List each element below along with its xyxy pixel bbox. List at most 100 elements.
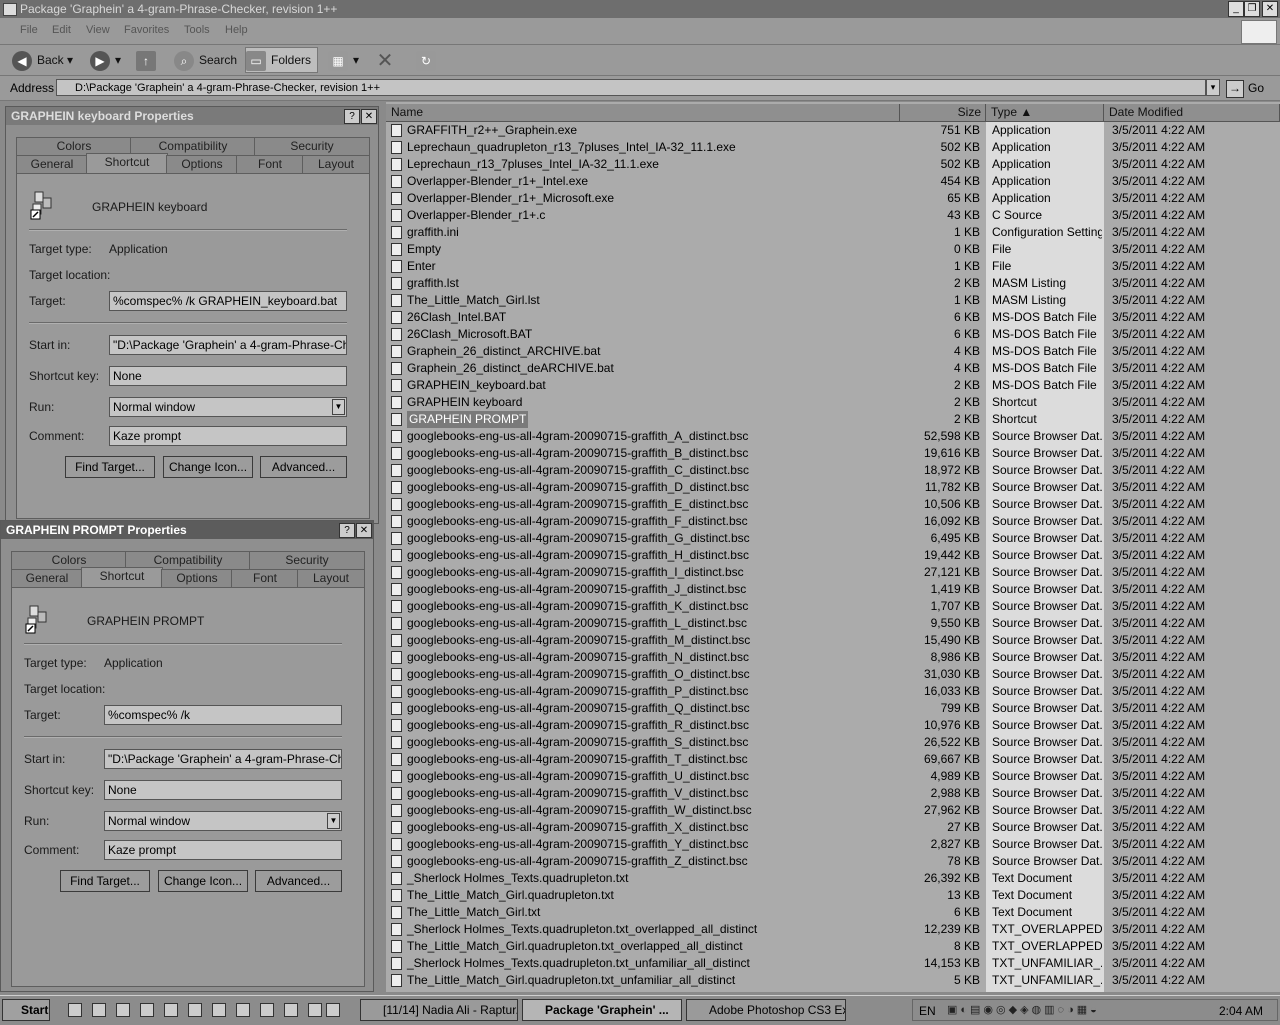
table-row[interactable]: googlebooks-eng-us-all-4gram-20090715-gr… [386,581,1280,598]
table-row[interactable]: googlebooks-eng-us-all-4gram-20090715-gr… [386,819,1280,836]
table-row[interactable]: GRAPHEIN keyboard 2 KB Shortcut 3/5/2011 4:… [386,394,1280,411]
table-row[interactable]: googlebooks-eng-us-all-4gram-20090715-gr… [386,513,1280,530]
table-row[interactable]: googlebooks-eng-us-all-4gram-20090715-gr… [386,802,1280,819]
up-folder-button[interactable]: ↑ [136,48,161,72]
table-row[interactable]: googlebooks-eng-us-all-4gram-20090715-gr… [386,649,1280,666]
table-row[interactable]: graffith.ini 1 KB Configuration Settings 3/… [386,224,1280,241]
run-select[interactable]: Normal window ▼ [104,811,342,831]
help-button[interactable]: ? [339,523,355,538]
quicklaunch-icon[interactable] [116,1003,130,1017]
table-row[interactable]: Leprechaun_quadrupleton_r13_7pluses_Inte… [386,139,1280,156]
tab-font[interactable]: Font [231,569,299,587]
table-row[interactable]: Enter 1 KB File 3/5/2011 4:22 AM [386,258,1280,275]
dialog-close-button[interactable]: ✕ [361,109,377,124]
table-row[interactable]: googlebooks-eng-us-all-4gram-20090715-gr… [386,717,1280,734]
back-button[interactable]: ◀ Back ▾ [12,48,73,72]
language-indicator[interactable]: EN [919,1004,936,1018]
run-select[interactable]: Normal window ▼ [109,397,347,417]
advanced-button[interactable]: Advanced... [260,456,347,478]
table-row[interactable]: The_Little_Match_Girl.quadrupleton.txt_o… [386,938,1280,955]
taskbar-item-photoshop[interactable]: Adobe Photoshop CS3 Ex... [686,999,846,1021]
chevron-down-icon[interactable]: ▼ [327,813,340,829]
tab-options[interactable]: Options [161,569,233,587]
table-row[interactable]: Leprechaun_r13_7pluses_Intel_IA-32_11.1.… [386,156,1280,173]
table-row[interactable]: googlebooks-eng-us-all-4gram-20090715-gr… [386,785,1280,802]
quicklaunch-icon[interactable] [284,1003,298,1017]
table-row[interactable]: googlebooks-eng-us-all-4gram-20090715-gr… [386,734,1280,751]
taskbar-item-media[interactable]: [11/14] Nadia Ali - Raptur... [360,999,518,1021]
tab-general[interactable]: General [11,569,83,587]
table-row[interactable]: googlebooks-eng-us-all-4gram-20090715-gr… [386,666,1280,683]
table-row[interactable]: The_Little_Match_Girl.txt 6 KB Text Docume… [386,904,1280,921]
column-size[interactable]: Size [900,104,986,121]
tab-font[interactable]: Font [236,155,304,173]
table-row[interactable]: _Sherlock Holmes_Texts.quadrupleton.txt_… [386,955,1280,972]
restore-button[interactable]: ❐ [1244,1,1260,17]
table-row[interactable]: GRAFFITH_r2++_Graphein.exe 751 KB Applicat… [386,122,1280,139]
quicklaunch-icon[interactable] [68,1003,82,1017]
dialog-close-button[interactable]: ✕ [356,523,372,538]
table-row[interactable]: googlebooks-eng-us-all-4gram-20090715-gr… [386,479,1280,496]
quicklaunch-icon[interactable] [164,1003,178,1017]
table-row[interactable]: googlebooks-eng-us-all-4gram-20090715-gr… [386,768,1280,785]
table-row[interactable]: _Sherlock Holmes_Texts.quadrupleton.txt_… [386,921,1280,938]
find-target-button[interactable]: Find Target... [65,456,155,478]
close-button[interactable]: ✕ [1262,1,1278,17]
address-input[interactable]: D:\Package 'Graphein' a 4-gram-Phrase-Ch… [56,79,1206,96]
table-row[interactable]: googlebooks-eng-us-all-4gram-20090715-gr… [386,462,1280,479]
refresh-button[interactable]: ↻ [416,48,441,72]
delete-button[interactable]: ✕ [375,48,400,72]
menu-tools[interactable]: Tools [184,24,210,36]
table-row[interactable]: googlebooks-eng-us-all-4gram-20090715-gr… [386,700,1280,717]
go-button[interactable]: → Go [1226,78,1264,98]
change-icon-button[interactable]: Change Icon... [163,456,253,478]
address-dropdown-button[interactable]: ▾ [1206,79,1220,96]
tab-security[interactable]: Security [249,551,365,569]
quicklaunch-icon[interactable] [308,1003,322,1017]
table-row[interactable]: The_Little_Match_Girl.quadrupleton.txt 13… [386,887,1280,904]
advanced-button[interactable]: Advanced... [255,870,342,892]
tab-layout[interactable]: Layout [302,155,370,173]
views-button[interactable]: ▦ ▾ [328,48,359,72]
start-button[interactable]: Start [2,999,50,1021]
table-row[interactable]: The_Little_Match_Girl.lst 1 KB MASM Listin… [386,292,1280,309]
tray-icons[interactable]: ▣◐▤◉◎◆◈◍▥◌◑▦◒ [947,1003,1187,1017]
table-row[interactable]: Empty 0 KB File 3/5/2011 4:22 AM [386,241,1280,258]
comment-field[interactable]: Kaze prompt [104,840,342,860]
quicklaunch-icon[interactable] [140,1003,154,1017]
table-row[interactable]: Graphein_26_distinct_deARCHIVE.bat 4 KB MS… [386,360,1280,377]
table-row[interactable]: googlebooks-eng-us-all-4gram-20090715-gr… [386,632,1280,649]
table-row[interactable]: googlebooks-eng-us-all-4gram-20090715-gr… [386,836,1280,853]
table-row[interactable]: googlebooks-eng-us-all-4gram-20090715-gr… [386,496,1280,513]
quicklaunch-icon[interactable] [326,1003,340,1017]
table-row[interactable]: The_Little_Match_Girl.quadrupleton.txt_u… [386,972,1280,989]
quicklaunch-icon[interactable] [260,1003,274,1017]
table-row[interactable]: googlebooks-eng-us-all-4gram-20090715-gr… [386,445,1280,462]
table-row[interactable]: _Sherlock Holmes_Texts.quadrupleton.txt 2… [386,870,1280,887]
tab-security[interactable]: Security [254,137,370,155]
find-target-button[interactable]: Find Target... [60,870,150,892]
menu-edit[interactable]: Edit [52,24,71,36]
tab-general[interactable]: General [16,155,88,173]
target-field[interactable]: %comspec% /k [104,705,342,725]
search-button[interactable]: ⌕ Search [174,48,237,72]
table-row[interactable]: Graphein_26_distinct_ARCHIVE.bat 4 KB MS-D… [386,343,1280,360]
shortcut-key-field[interactable]: None [109,366,347,386]
menu-favorites[interactable]: Favorites [124,24,169,36]
folders-button[interactable]: ▭ Folders [245,47,319,73]
table-row[interactable]: GRAPHEIN_keyboard.bat 2 KB MS-DOS Batch Fi… [386,377,1280,394]
table-row[interactable]: Overlapper-Blender_r1+_Intel.exe 454 KB Ap… [386,173,1280,190]
column-name[interactable]: Name [386,104,900,121]
table-row[interactable]: 26Clash_Microsoft.BAT 6 KB MS-DOS Batch Fi… [386,326,1280,343]
quicklaunch-icon[interactable] [212,1003,226,1017]
table-row[interactable]: googlebooks-eng-us-all-4gram-20090715-gr… [386,530,1280,547]
table-row[interactable]: googlebooks-eng-us-all-4gram-20090715-gr… [386,615,1280,632]
table-row[interactable]: googlebooks-eng-us-all-4gram-20090715-gr… [386,683,1280,700]
column-type[interactable]: Type ▲ [986,104,1104,121]
table-row[interactable]: googlebooks-eng-us-all-4gram-20090715-gr… [386,547,1280,564]
table-row[interactable]: Overlapper-Blender_r1+_Microsoft.exe 65 K… [386,190,1280,207]
quicklaunch-icon[interactable] [236,1003,250,1017]
table-row[interactable]: googlebooks-eng-us-all-4gram-20090715-gr… [386,751,1280,768]
table-row[interactable]: googlebooks-eng-us-all-4gram-20090715-gr… [386,598,1280,615]
table-row[interactable]: GRAPHEIN PROMPT 2 KB Shortcut 3/5/2011 4:22… [386,411,1280,428]
